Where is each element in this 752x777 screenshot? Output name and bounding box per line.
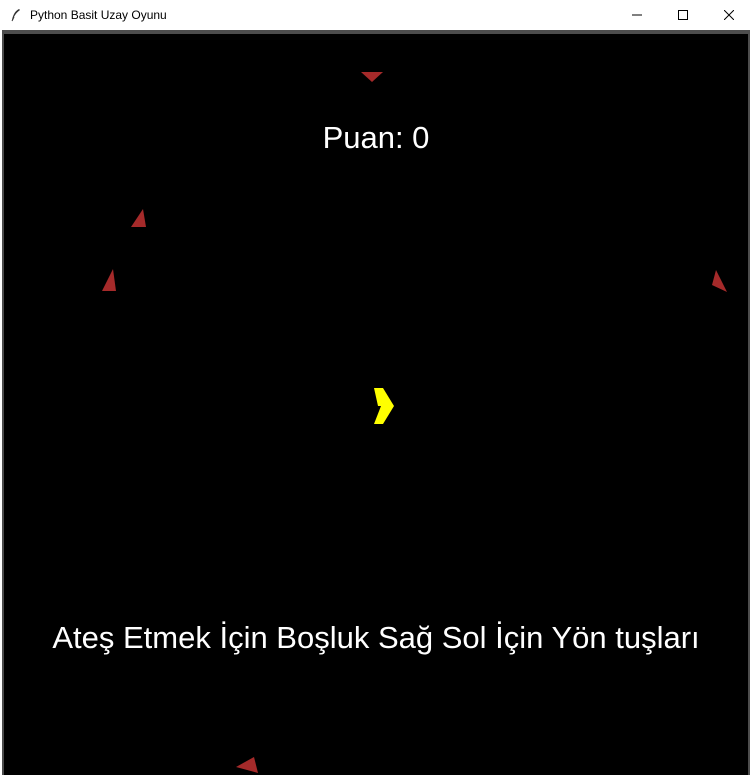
window-controls [614, 0, 752, 30]
enemy-ship-icon [102, 269, 116, 291]
window-title: Python Basit Uzay Oyunu [30, 8, 167, 22]
score-label: Puan: 0 [322, 120, 430, 155]
enemy-ship-icon [131, 209, 146, 227]
maximize-button[interactable] [660, 0, 706, 30]
close-button[interactable] [706, 0, 752, 30]
enemy-ship-icon [236, 757, 258, 773]
enemy-ship-icon [712, 270, 727, 292]
feather-icon [8, 7, 24, 23]
minimize-icon [632, 14, 642, 16]
title-bar[interactable]: Python Basit Uzay Oyunu [0, 0, 752, 30]
player-ship-icon [374, 388, 394, 424]
maximize-icon [678, 10, 688, 20]
close-icon [724, 10, 734, 20]
minimize-button[interactable] [614, 0, 660, 30]
enemy-ship-icon [361, 72, 383, 82]
instructions-text: Ateş Etmek İçin Boşluk Sağ Sol İçin Yön … [52, 620, 700, 655]
game-canvas[interactable]: Puan: 0 Ateş Etmek İçin Boşluk Sağ Sol İ… [4, 34, 748, 775]
